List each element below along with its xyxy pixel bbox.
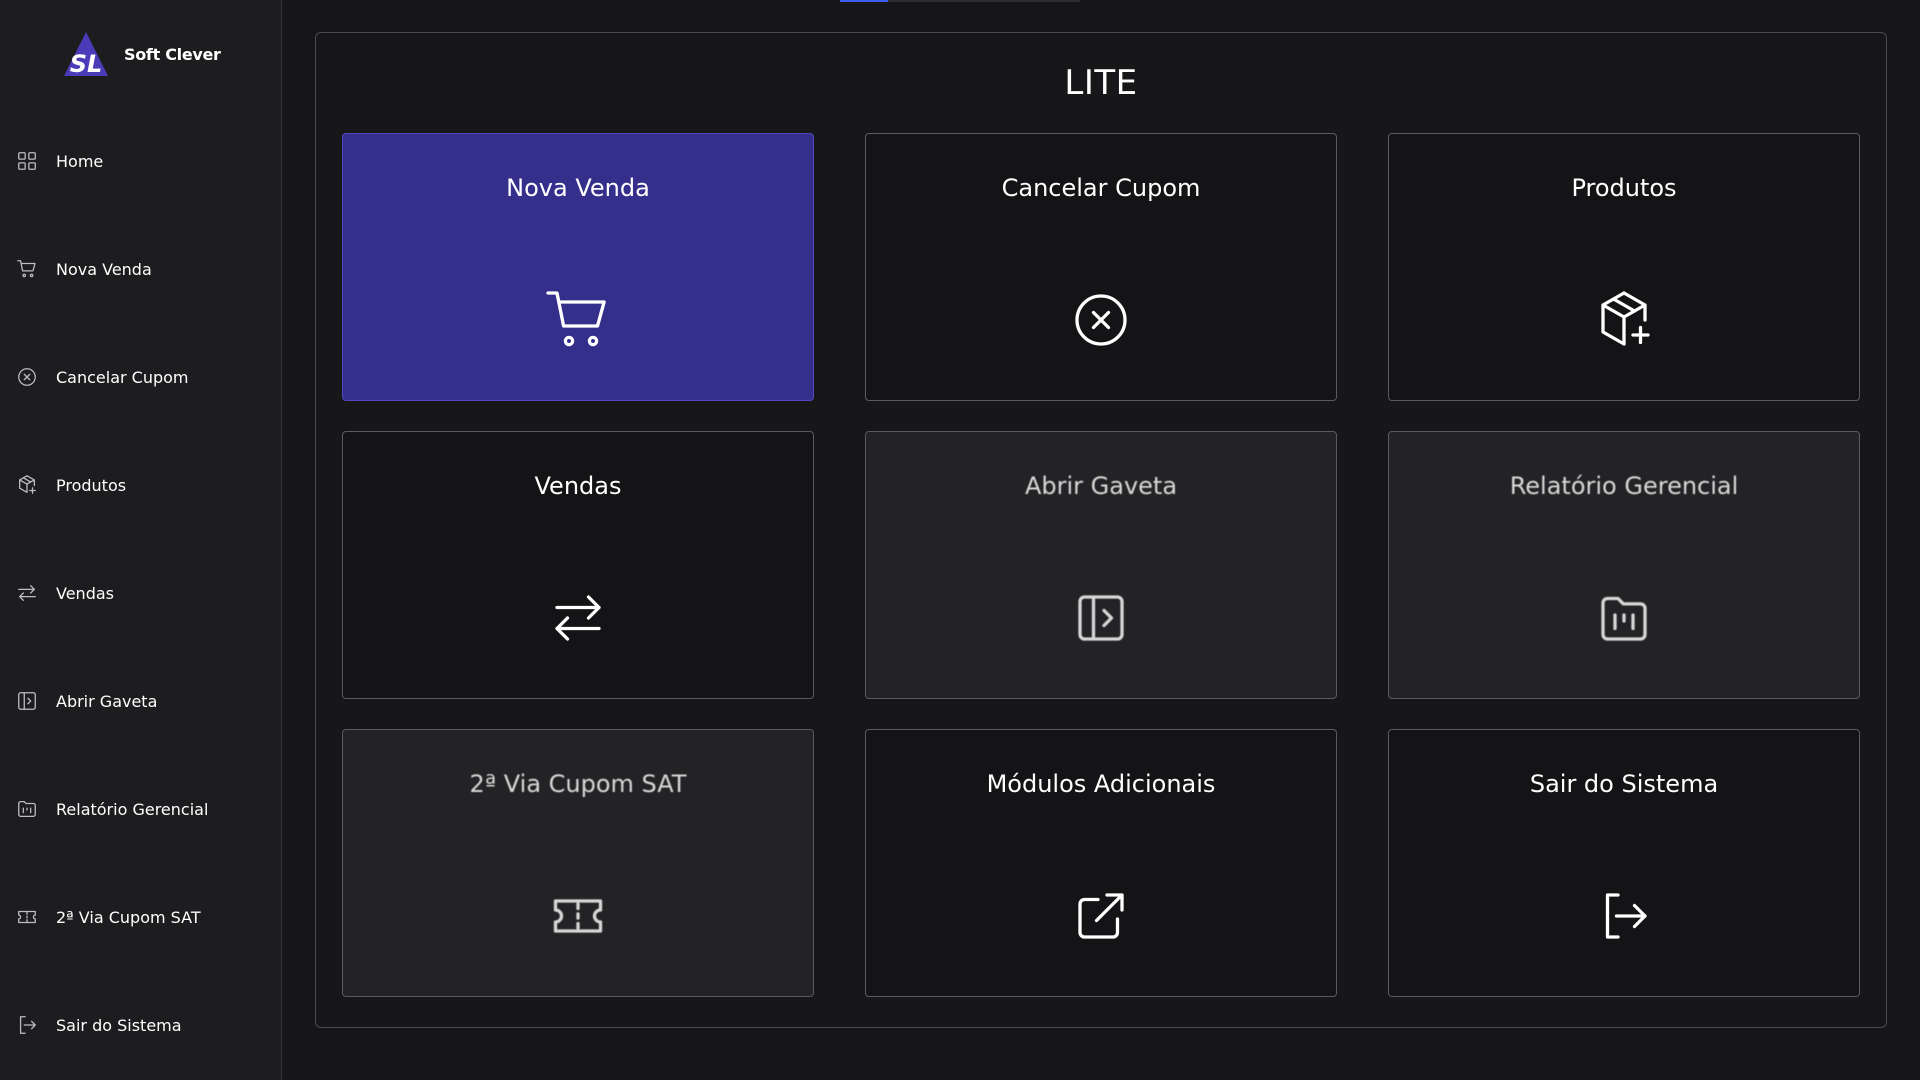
brand[interactable]: SL Soft Clever	[62, 30, 221, 78]
x-circle-icon	[1075, 294, 1127, 346]
sidebar-item-abrir-gaveta[interactable]: Abrir Gaveta	[16, 685, 157, 717]
brand-name: Soft Clever	[124, 44, 221, 64]
card-sair-do-sistema[interactable]: Sair do Sistema	[1388, 729, 1860, 997]
card-title: Nova Venda	[506, 174, 650, 202]
card-title: Vendas	[534, 472, 622, 500]
card-nova-venda[interactable]: Nova Venda	[342, 133, 814, 401]
logout-icon	[1605, 893, 1647, 939]
card-relatorio-gerencial[interactable]: Relatório Gerencial	[1388, 431, 1860, 699]
arrows-exchange-icon	[18, 585, 36, 601]
folder-chart-icon	[18, 801, 36, 817]
box-plus-icon	[19, 475, 36, 494]
folder-chart-icon	[1601, 596, 1647, 641]
sidebar-item-produtos[interactable]: Produtos	[16, 469, 126, 501]
box-plus-icon	[1601, 291, 1650, 346]
sidebar-item-label: Cancelar Cupom	[56, 367, 189, 387]
arrows-exchange-icon	[555, 595, 601, 641]
card-modulos-adicionais[interactable]: Módulos Adicionais	[865, 729, 1337, 997]
sidebar-item-cancelar-cupom[interactable]: Cancelar Cupom	[16, 361, 189, 393]
ticket-icon	[553, 899, 603, 933]
brand-logo: SL	[64, 32, 108, 78]
page-title: LITE	[1064, 63, 1138, 103]
sidebar-item-label: Home	[56, 151, 104, 171]
logout-icon	[19, 1016, 36, 1034]
cart-icon	[17, 260, 36, 278]
card-title: 2ª Via Cupom SAT	[469, 770, 687, 798]
sidebar-item-label: Sair do Sistema	[56, 1015, 182, 1035]
card-title: Abrir Gaveta	[1024, 472, 1178, 500]
sidebar-item-label: 2ª Via Cupom SAT	[56, 907, 201, 927]
sidebar-item-label: Relatório Gerencial	[56, 799, 209, 819]
card-title: Sair do Sistema	[1529, 770, 1719, 798]
sidebar: SL Soft Clever Home Nova Venda Cancelar …	[0, 0, 282, 1080]
sidebar-item-label: Produtos	[56, 475, 127, 495]
grid-icon	[18, 152, 36, 170]
card-produtos[interactable]: Produtos	[1388, 133, 1860, 401]
card-vendas[interactable]: Vendas	[342, 431, 814, 699]
sidebar-item-nova-venda[interactable]: Nova Venda	[16, 253, 152, 285]
drawer-icon	[18, 692, 36, 710]
main-panel: LITE Nova Venda Cancelar Cupom Produtos …	[315, 32, 1887, 1028]
card-cancelar-cupom[interactable]: Cancelar Cupom	[865, 133, 1337, 401]
sidebar-item-label: Vendas	[56, 583, 114, 603]
top-tab-indicator	[840, 0, 888, 2]
drawer-icon	[1078, 595, 1124, 641]
ticket-icon	[18, 910, 36, 924]
sidebar-item-sair-do-sistema[interactable]: Sair do Sistema	[16, 1009, 182, 1041]
card-abrir-gaveta[interactable]: Abrir Gaveta	[865, 431, 1337, 699]
external-link-icon	[1078, 893, 1124, 939]
sidebar-item-label: Nova Venda	[56, 259, 152, 279]
card-title: Produtos	[1571, 174, 1677, 202]
svg-text:SL: SL	[70, 50, 103, 78]
card-title: Módulos Adicionais	[986, 770, 1216, 798]
sidebar-item-vendas[interactable]: Vendas	[16, 577, 114, 609]
cart-icon	[546, 291, 606, 347]
sidebar-item-relatorio-gerencial[interactable]: Relatório Gerencial	[16, 793, 208, 825]
sidebar-item-home[interactable]: Home	[16, 145, 103, 177]
sidebar-item-label: Abrir Gaveta	[56, 691, 158, 711]
x-circle-icon	[18, 368, 36, 386]
sidebar-item-2a-via-cupom-sat[interactable]: 2ª Via Cupom SAT	[16, 901, 201, 933]
card-2a-via-cupom-sat[interactable]: 2ª Via Cupom SAT	[342, 729, 814, 997]
card-title: Cancelar Cupom	[1001, 174, 1201, 202]
card-title: Relatório Gerencial	[1509, 472, 1739, 500]
